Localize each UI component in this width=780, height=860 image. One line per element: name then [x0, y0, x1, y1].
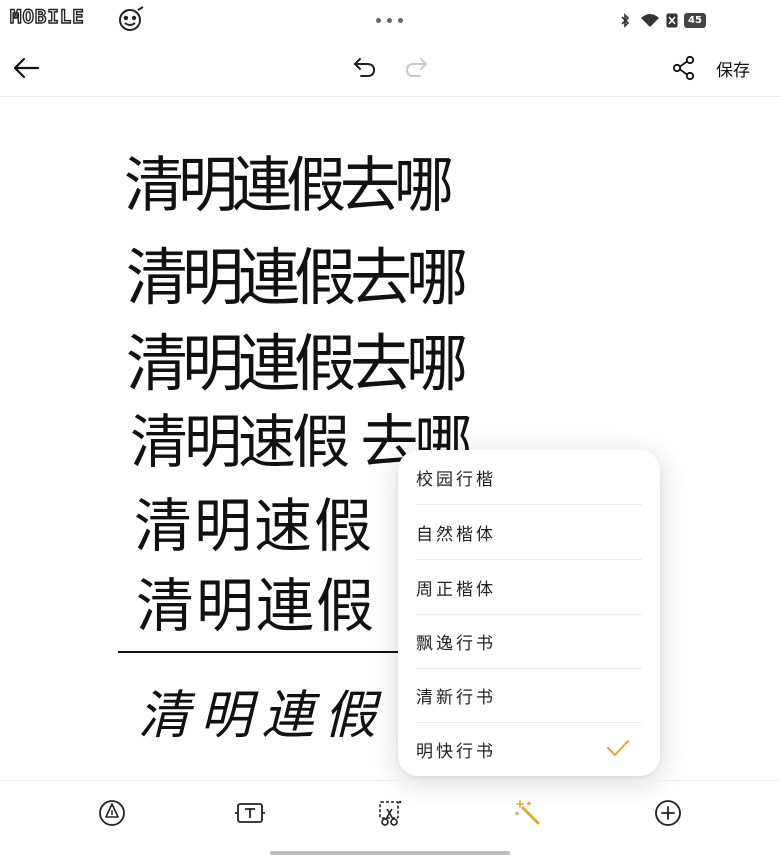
share-button[interactable] — [668, 52, 700, 84]
handwriting-line: 清明連假去哪 — [124, 151, 454, 221]
handwriting-line: 清明連假 — [138, 686, 387, 746]
font-option-label: 明快行书 — [416, 741, 496, 762]
font-option-label: 飘逸行书 — [416, 633, 496, 654]
font-style-menu: 校园行楷 自然楷体 周正楷体 飘逸行书 清新行书 明快行书 — [398, 450, 660, 776]
add-button[interactable] — [650, 795, 686, 831]
handwriting-line: 清明連假去哪 — [126, 241, 468, 314]
text-box-icon — [235, 803, 265, 823]
font-option[interactable]: 飘逸行书 — [416, 614, 642, 669]
undo-button[interactable] — [348, 52, 380, 84]
save-button[interactable]: 保存 — [716, 56, 750, 81]
font-option-label: 自然楷体 — [416, 524, 496, 545]
checkmark-icon — [607, 740, 629, 756]
underline-stroke — [118, 651, 438, 653]
back-button[interactable] — [8, 50, 44, 86]
wifi-icon — [641, 14, 659, 27]
bluetooth-icon — [621, 13, 630, 28]
watermark-face-icon — [119, 6, 144, 31]
watermark-logo: MOBILE — [9, 5, 85, 28]
pen-nib-icon — [99, 800, 125, 826]
handwriting-line: 清明速假 — [134, 492, 375, 560]
font-option-label: 校园行楷 — [416, 469, 496, 490]
pen-tool-button[interactable] — [94, 795, 130, 831]
bottom-toolbar — [0, 780, 780, 847]
home-indicator[interactable] — [270, 851, 510, 855]
font-option-selected[interactable]: 明快行书 — [416, 722, 642, 776]
text-tool-button[interactable] — [232, 795, 268, 831]
handwriting-line: 清明連假 — [136, 572, 377, 640]
lasso-tool-button[interactable] — [372, 795, 408, 831]
font-option-label: 清新行书 — [416, 687, 496, 708]
battery-indicator: 45 — [684, 13, 706, 28]
arrow-left-icon — [13, 57, 40, 79]
font-option[interactable]: 校园行楷 — [416, 450, 642, 505]
handwriting-line: 清明連假去哪 — [126, 327, 468, 400]
magic-wand-icon — [514, 800, 540, 825]
undo-icon — [354, 58, 376, 77]
beautify-tool-button[interactable] — [510, 795, 546, 831]
font-option[interactable]: 自然楷体 — [416, 505, 642, 560]
handwriting-canvas[interactable]: 清明連假去哪 清明連假去哪 清明連假去哪 清明速假 去哪 清明速假 清明連假 清… — [0, 97, 780, 779]
font-option-label: 周正楷体 — [416, 579, 496, 600]
note-header: 保存 — [0, 40, 780, 97]
no-sim-icon — [666, 13, 678, 28]
share-icon — [672, 55, 695, 81]
plus-circle-icon — [655, 800, 681, 826]
lasso-scissors-icon — [379, 800, 402, 826]
status-bar: MOBILE 45 — [0, 0, 780, 40]
font-option[interactable]: 周正楷体 — [416, 560, 642, 615]
redo-icon — [405, 58, 427, 77]
font-option[interactable]: 清新行书 — [416, 668, 642, 723]
redo-button[interactable] — [401, 52, 433, 84]
multitask-dots-icon[interactable] — [376, 18, 403, 23]
